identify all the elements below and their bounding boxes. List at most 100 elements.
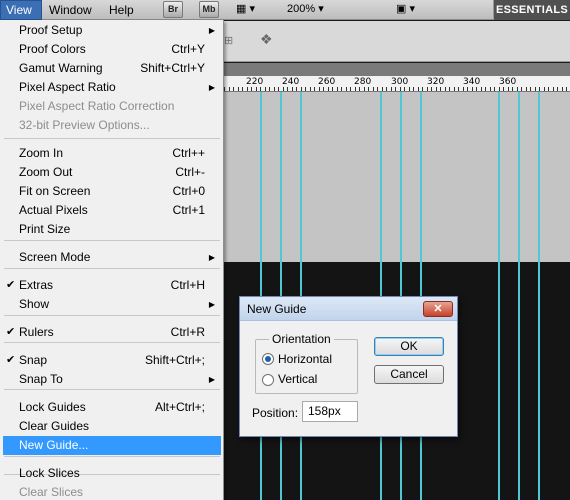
cancel-button[interactable]: Cancel <box>374 365 444 384</box>
ruler-tick-mark <box>251 87 252 91</box>
menu-item-clear-slices: Clear Slices <box>3 483 221 500</box>
vertical-guide[interactable] <box>538 92 540 500</box>
menu-item-proof-colors[interactable]: Proof Colors Ctrl+Y <box>3 40 221 59</box>
ok-button[interactable]: OK <box>374 337 444 356</box>
ruler-tick-mark <box>395 87 396 91</box>
zoom-level-value: 200% <box>287 3 316 15</box>
menu-item-32-bit-preview-options: 32-bit Preview Options... <box>3 116 221 135</box>
workspace-switcher[interactable]: ESSENTIALS <box>493 0 570 20</box>
zoom-level-dropdown[interactable]: 200% ▾ <box>287 2 347 17</box>
horizontal-ruler[interactable]: 220 240 260 280 300 320 340 360 <box>224 76 570 92</box>
menu-item-label: Extras <box>19 278 54 292</box>
menu-help[interactable]: Help <box>104 2 139 18</box>
menu-item-show[interactable]: Show ▶ <box>3 295 221 314</box>
menu-item-extras[interactable]: ✔ Extras Ctrl+H <box>3 276 221 295</box>
distribute-icon[interactable]: ⊞ <box>224 34 244 48</box>
orientation-legend: Orientation <box>269 332 334 346</box>
ruler-tick-mark <box>233 87 234 91</box>
menu-item-pixel-aspect-ratio[interactable]: Pixel Aspect Ratio ▶ <box>3 78 221 97</box>
minibridge-launch-button[interactable]: Mb <box>199 1 219 18</box>
menu-item-snap[interactable]: ✔ Snap Shift+Ctrl+; <box>3 351 221 370</box>
ruler-tick-mark <box>539 87 540 91</box>
menu-item-label: Zoom In <box>19 146 64 160</box>
ruler-tick-mark <box>543 87 545 91</box>
ruler-tick-mark <box>404 87 405 91</box>
ruler-tick-mark <box>476 87 477 91</box>
horizontal-radio[interactable] <box>262 353 274 365</box>
menu-item-label: Proof Colors <box>19 42 86 56</box>
view-extras-icon[interactable]: ▦ ▾ <box>236 2 262 17</box>
menu-item-fit-on-screen[interactable]: Fit on Screen Ctrl+0 <box>3 182 221 201</box>
menu-item-proof-setup[interactable]: Proof Setup ▶ <box>3 21 221 40</box>
ruler-tick-label: 220 <box>246 77 264 87</box>
vertical-guide[interactable] <box>518 92 520 500</box>
ruler-tick-mark <box>314 87 315 91</box>
menu-item-screen-mode[interactable]: Screen Mode ▶ <box>3 248 221 267</box>
vertical-radio[interactable] <box>262 374 274 386</box>
ruler-tick-mark <box>413 87 414 91</box>
vertical-guide[interactable] <box>498 92 500 500</box>
ruler-tick-mark <box>381 87 383 91</box>
ruler-tick-mark <box>354 87 356 91</box>
menu-item-shortcut: Ctrl+Y <box>171 42 205 56</box>
ruler-tick-mark <box>435 87 437 91</box>
ruler-tick-mark <box>552 87 554 91</box>
ruler-tick-mark <box>458 87 459 91</box>
close-icon[interactable]: ✕ <box>423 301 453 317</box>
ruler-tick-label: 320 <box>427 77 445 87</box>
ruler-tick-mark <box>291 87 293 91</box>
ruler-tick-label: 340 <box>463 77 481 87</box>
menu-item-label: Lock Slices <box>19 466 80 480</box>
ruler-tick-label: 360 <box>499 77 517 87</box>
ruler-tick-mark <box>494 87 495 91</box>
ruler-tick-mark <box>417 87 419 91</box>
menu-item-zoom-in[interactable]: Zoom In Ctrl++ <box>3 144 221 163</box>
ruler-tick-mark <box>485 87 486 91</box>
ruler-tick-mark <box>467 87 468 91</box>
menu-item-pixel-aspect-ratio-correction: Pixel Aspect Ratio Correction <box>3 97 221 116</box>
position-input[interactable]: 158px <box>302 401 358 422</box>
auto-align-icon[interactable]: ❖ <box>260 31 280 49</box>
horizontal-radio-label[interactable]: Horizontal <box>278 352 332 366</box>
menu-item-gamut-warning[interactable]: Gamut Warning Shift+Ctrl+Y <box>3 59 221 78</box>
menu-item-zoom-out[interactable]: Zoom Out Ctrl+- <box>3 163 221 182</box>
menu-view[interactable]: View <box>0 0 42 20</box>
arrange-documents-icon[interactable]: ▣ ▾ <box>396 2 426 17</box>
ruler-tick-mark <box>390 87 392 91</box>
menu-item-actual-pixels[interactable]: Actual Pixels Ctrl+1 <box>3 201 221 220</box>
menu-item-lock-guides[interactable]: Lock Guides Alt+Ctrl+; <box>3 398 221 417</box>
menu-item-label: Print Size <box>19 222 71 236</box>
ruler-tick-mark <box>516 87 518 91</box>
ruler-tick-mark <box>332 87 333 91</box>
ruler-tick-mark <box>449 87 450 91</box>
menu-item-shortcut: Ctrl+1 <box>172 203 205 217</box>
dialog-titlebar[interactable]: New Guide ✕ <box>240 297 457 321</box>
menu-item-shortcut: Shift+Ctrl+; <box>144 353 205 367</box>
bridge-launch-button[interactable]: Br <box>163 1 183 18</box>
ruler-tick-mark <box>462 87 464 91</box>
menu-item-print-size[interactable]: Print Size <box>3 220 221 239</box>
ruler-tick-mark <box>503 87 504 91</box>
menu-window[interactable]: Window <box>44 2 97 18</box>
ruler-tick-mark <box>440 87 441 91</box>
ruler-tick-mark <box>561 87 563 91</box>
menu-item-new-guide[interactable]: New Guide... <box>3 436 221 455</box>
vertical-radio-label[interactable]: Vertical <box>278 372 317 386</box>
ruler-tick-mark <box>453 87 455 91</box>
menu-item-label: 32-bit Preview Options... <box>19 118 150 132</box>
menu-item-snap-to[interactable]: Snap To ▶ <box>3 370 221 389</box>
menu-bar: View Window Help Br Mb ▦ ▾ 200% ▾ ▣ ▾ ES… <box>0 0 570 20</box>
menu-item-clear-guides[interactable]: Clear Guides <box>3 417 221 436</box>
menu-separator <box>4 456 220 457</box>
ruler-tick-mark <box>534 87 536 91</box>
ruler-tick-mark <box>341 87 342 91</box>
ruler-tick-label: 280 <box>354 77 372 87</box>
menu-item-shortcut: Alt+Ctrl+; <box>154 400 205 414</box>
menu-item-lock-slices[interactable]: Lock Slices <box>3 464 221 483</box>
checkmark-icon: ✔ <box>6 279 16 291</box>
menu-item-shortcut: Ctrl++ <box>172 146 205 160</box>
ruler-tick-mark <box>422 87 423 91</box>
menu-item-rulers[interactable]: ✔ Rulers Ctrl+R <box>3 323 221 342</box>
ruler-tick-mark <box>350 87 351 91</box>
ruler-tick-mark <box>426 87 428 91</box>
